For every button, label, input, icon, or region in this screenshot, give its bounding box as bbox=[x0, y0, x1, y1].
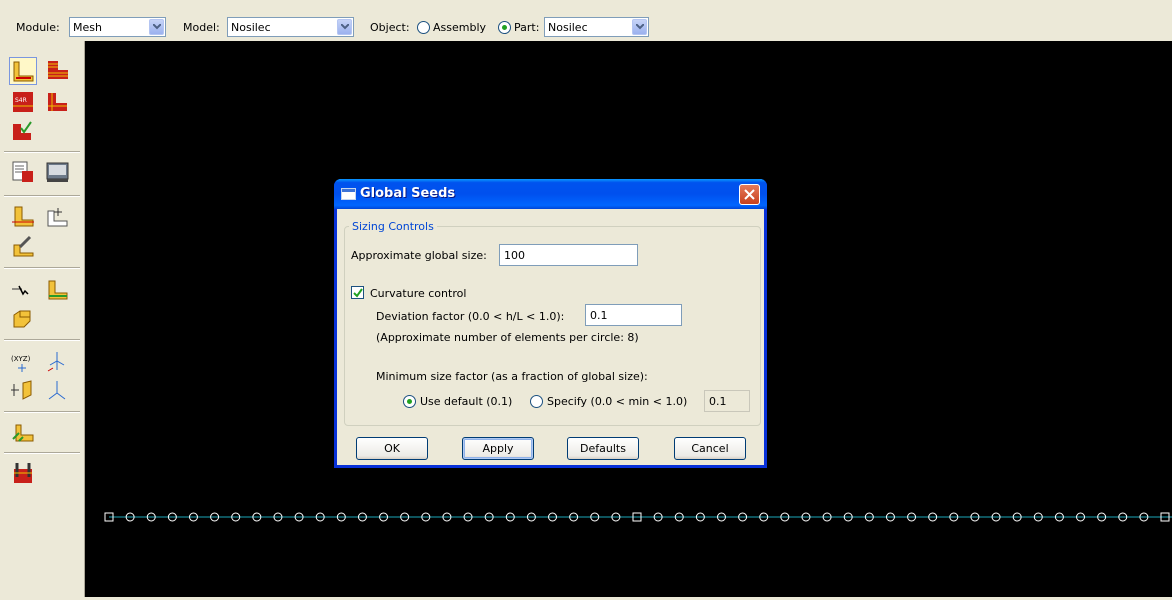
assembly-radio[interactable] bbox=[417, 21, 430, 34]
close-icon[interactable] bbox=[739, 184, 760, 205]
toolbox-divider bbox=[4, 411, 80, 413]
toolbox-divider bbox=[4, 339, 80, 341]
deviation-input[interactable]: 0.1 bbox=[585, 304, 682, 326]
dialog-titlebar[interactable]: Global Seeds bbox=[334, 179, 767, 209]
assembly-label: Assembly bbox=[433, 21, 487, 34]
mesh-tools-tool[interactable] bbox=[10, 461, 36, 487]
query-tool[interactable] bbox=[10, 419, 36, 445]
seed-part-tool[interactable] bbox=[9, 57, 37, 85]
curvature-label: Curvature control bbox=[370, 287, 467, 300]
datum-plane-tool[interactable] bbox=[10, 378, 36, 404]
display-tool[interactable] bbox=[44, 159, 70, 185]
use-default-label: Use default (0.1) bbox=[420, 395, 513, 408]
create-surface-tool[interactable] bbox=[10, 307, 36, 333]
approx-size-label: Approximate global size: bbox=[351, 249, 487, 262]
defaults-button[interactable]: Defaults bbox=[567, 437, 639, 460]
mesh-part-tool[interactable] bbox=[44, 89, 70, 115]
part-label: Part: bbox=[514, 21, 540, 34]
apply-button[interactable]: Apply bbox=[462, 437, 534, 460]
deviation-label: Deviation factor (0.0 < h/L < 1.0): bbox=[376, 310, 565, 323]
datum-point-tool[interactable]: (XYZ) bbox=[10, 349, 36, 375]
partition-cell-tool[interactable] bbox=[44, 203, 70, 229]
object-label: Object: bbox=[370, 21, 410, 34]
virtual-topology-tool[interactable] bbox=[10, 277, 36, 303]
ok-button[interactable]: OK bbox=[356, 437, 428, 460]
min-size-label: Minimum size factor (as a fraction of gl… bbox=[376, 370, 648, 383]
specify-input[interactable]: 0.1 bbox=[704, 390, 750, 412]
datum-csys-tool[interactable] bbox=[44, 378, 70, 404]
elements-per-circle-note: (Approximate number of elements per circ… bbox=[376, 331, 639, 344]
module-select[interactable]: Mesh bbox=[69, 17, 166, 37]
datum-axis-tool[interactable] bbox=[44, 349, 70, 375]
seed-edge-tool[interactable] bbox=[44, 58, 70, 84]
part-radio[interactable] bbox=[498, 21, 511, 34]
specify-label: Specify (0.0 < min < 1.0) bbox=[547, 395, 688, 408]
cancel-button[interactable]: Cancel bbox=[674, 437, 746, 460]
toolbox-divider bbox=[4, 452, 80, 454]
chevron-down-icon[interactable] bbox=[632, 19, 647, 35]
chevron-down-icon[interactable] bbox=[337, 19, 352, 35]
use-default-radio[interactable] bbox=[403, 395, 416, 408]
svg-text:(XYZ): (XYZ) bbox=[11, 355, 31, 363]
specify-radio[interactable] bbox=[530, 395, 543, 408]
global-seeds-dialog: Global Seeds Sizing Controls Approximate… bbox=[334, 179, 767, 468]
partition-face-tool[interactable] bbox=[10, 203, 36, 229]
toolbox-divider bbox=[4, 151, 80, 153]
dialog-title: Global Seeds bbox=[360, 186, 456, 201]
part-select[interactable]: Nosilec bbox=[544, 17, 649, 37]
model-select[interactable]: Nosilec bbox=[227, 17, 354, 37]
sizing-controls-label: Sizing Controls bbox=[352, 220, 434, 233]
verify-mesh-tool[interactable] bbox=[10, 118, 36, 144]
svg-text:S4R: S4R bbox=[15, 97, 27, 104]
curvature-checkbox[interactable] bbox=[351, 286, 364, 299]
context-bar: Module: Mesh Model: Nosilec Object: Asse… bbox=[0, 0, 1172, 41]
toolbox: S4R (XYZ) bbox=[0, 41, 85, 597]
mesh-element-type-tool[interactable]: S4R bbox=[10, 89, 36, 115]
window-icon bbox=[341, 188, 356, 200]
assign-stack-tool[interactable] bbox=[44, 277, 70, 303]
module-label: Module: bbox=[16, 21, 60, 34]
toolbox-divider bbox=[4, 195, 80, 197]
model-label: Model: bbox=[183, 21, 220, 34]
chevron-down-icon[interactable] bbox=[149, 19, 164, 35]
mesh-controls-tool[interactable] bbox=[10, 159, 36, 185]
edit-mesh-tool[interactable] bbox=[10, 233, 36, 259]
toolbox-divider bbox=[4, 267, 80, 269]
approx-size-input[interactable]: 100 bbox=[499, 244, 638, 266]
